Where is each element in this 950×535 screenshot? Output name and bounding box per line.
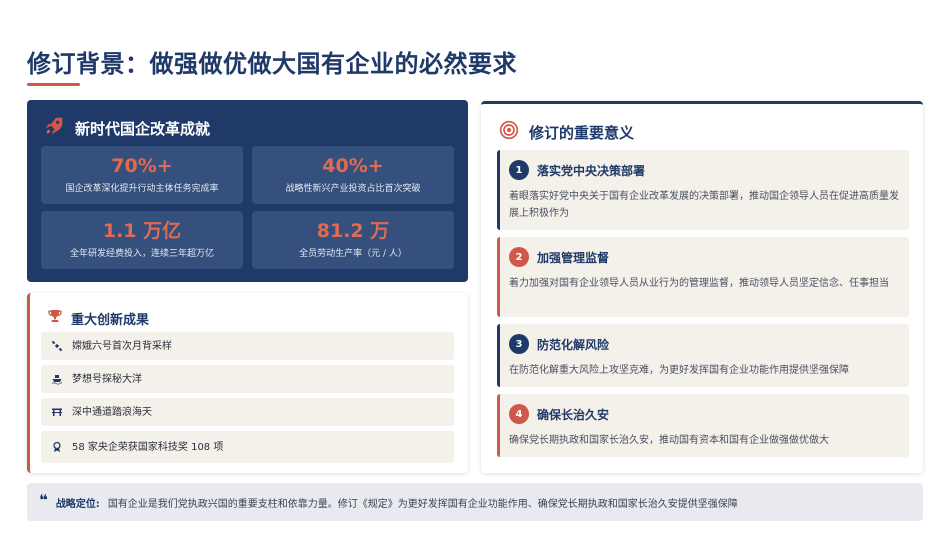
award-icon	[51, 438, 63, 457]
significance-item: 4 确保长治久安 确保党长期执政和国家长治久安，推动国有资本和国有企业做强做优做…	[497, 394, 909, 457]
innovation-text: 58 家央企荣获国家科技奖 108 项	[72, 441, 224, 453]
strategy-label: 战略定位:	[55, 498, 100, 510]
stat-label: 国企改革深化提升行动主体任务完成率	[65, 184, 219, 194]
significance-item-header: 2 加强管理监督	[509, 247, 609, 267]
significance-item-desc: 在防范化解重大风险上攻坚克难，为更好发挥国有企业功能作用提供坚强保障	[509, 365, 849, 376]
page-title: 修订背景：做强做优做大国有企业的必然要求	[27, 50, 517, 78]
innovations-panel: 重大创新成果 嫦娥六号首次月背采样 梦想号探秘大洋 深中通道踏浪海天 58 家央…	[27, 293, 468, 473]
bridge-icon	[51, 403, 63, 422]
quote-icon: ❝	[39, 491, 48, 509]
achievements-header: 新时代国企改革成就	[43, 115, 210, 141]
innovation-text: 深中通道踏浪海天	[72, 406, 152, 418]
significance-item: 3 防范化解风险 在防范化解重大风险上攻坚克难，为更好发挥国有企业功能作用提供坚…	[497, 324, 909, 387]
significance-item-title: 加强管理监督	[537, 250, 610, 265]
stat-card: 1.1 万亿 全年研发经费投入，连续三年超万亿	[41, 211, 243, 269]
satellite-icon	[51, 337, 63, 356]
significance-panel: 修订的重要意义 1 落实党中央决策部署 着眼落实好党中央关于国有企业改革发展的决…	[481, 101, 923, 473]
trophy-icon	[47, 308, 63, 328]
list-item: 梦想号探秘大洋	[41, 365, 454, 393]
significance-title: 修订的重要意义	[529, 123, 635, 142]
target-icon	[499, 120, 519, 144]
stat-card: 40%+ 战略性新兴产业投资占比首次突破	[252, 146, 454, 204]
number-badge: 1	[509, 160, 529, 180]
stat-label: 全年研发经费投入，连续三年超万亿	[69, 249, 214, 259]
list-item: 嫦娥六号首次月背采样	[41, 332, 454, 360]
significance-item-title: 落实党中央决策部署	[537, 163, 646, 178]
innovation-text: 梦想号探秘大洋	[72, 373, 142, 385]
significance-item-desc: 着眼落实好党中央关于国有企业改革发展的决策部署，推动国企领导人员在促进高质量发展…	[509, 191, 899, 219]
stat-card: 81.2 万 全员劳动生产率（元 / 人）	[252, 211, 454, 269]
number-badge: 3	[509, 334, 529, 354]
title-underline	[27, 83, 80, 86]
significance-item-desc: 着力加强对国有企业领导人员从业行为的管理监督，推动领导人员坚定信念、任事担当	[509, 278, 889, 289]
significance-item-title: 防范化解风险	[537, 337, 610, 352]
stat-label: 全员劳动生产率（元 / 人）	[299, 249, 407, 259]
innovations-title: 重大创新成果	[71, 312, 150, 328]
stat-card: 70%+ 国企改革深化提升行动主体任务完成率	[41, 146, 243, 204]
significance-header: 修订的重要意义	[499, 120, 634, 144]
stat-value: 70%+	[111, 155, 173, 177]
stat-value: 81.2 万	[316, 220, 390, 242]
innovations-header: 重大创新成果	[47, 308, 149, 328]
achievements-title: 新时代国企改革成就	[75, 119, 211, 138]
achievements-panel: 新时代国企改革成就 70%+ 国企改革深化提升行动主体任务完成率 40%+ 战略…	[27, 100, 468, 282]
significance-item-title: 确保长治久安	[537, 407, 610, 422]
significance-item-desc: 确保党长期执政和国家长治久安，推动国有资本和国有企业做强做优做大	[509, 435, 829, 446]
stat-label: 战略性新兴产业投资占比首次突破	[285, 184, 421, 194]
significance-item: 2 加强管理监督 着力加强对国有企业领导人员从业行为的管理监督，推动领导人员坚定…	[497, 237, 909, 317]
stat-value: 40%+	[322, 155, 384, 177]
strategy-bar: ❝ 战略定位: 国有企业是我们党执政兴国的重要支柱和依靠力量。修订《规定》为更好…	[27, 483, 923, 521]
list-item: 深中通道踏浪海天	[41, 398, 454, 426]
list-item: 58 家央企荣获国家科技奖 108 项	[41, 431, 454, 463]
innovation-text: 嫦娥六号首次月背采样	[72, 340, 172, 352]
significance-item: 1 落实党中央决策部署 着眼落实好党中央关于国有企业改革发展的决策部署，推动国企…	[497, 150, 909, 230]
ship-icon	[51, 370, 63, 389]
significance-item-header: 1 落实党中央决策部署	[509, 160, 645, 180]
number-badge: 2	[509, 247, 529, 267]
strategy-text: 国有企业是我们党执政兴国的重要支柱和依靠力量。修订《规定》为更好发挥国有企业功能…	[107, 498, 738, 510]
number-badge: 4	[509, 404, 529, 424]
significance-item-header: 3 防范化解风险	[509, 334, 609, 354]
significance-item-header: 4 确保长治久安	[509, 404, 609, 424]
rocket-icon	[43, 115, 65, 141]
stat-value: 1.1 万亿	[102, 220, 182, 242]
